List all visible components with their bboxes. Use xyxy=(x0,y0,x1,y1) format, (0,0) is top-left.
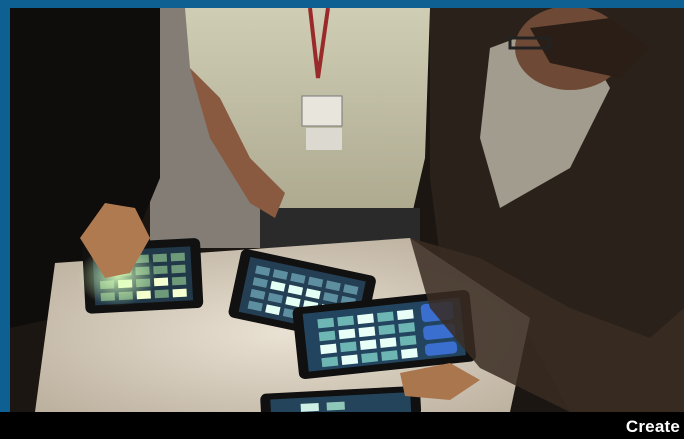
caption-label: Create xyxy=(625,417,680,436)
badge xyxy=(301,95,343,127)
badge-lower xyxy=(306,128,342,150)
video-still xyxy=(10,8,684,412)
caption-bar: Create xyxy=(0,412,684,439)
scene-photo xyxy=(10,8,684,412)
